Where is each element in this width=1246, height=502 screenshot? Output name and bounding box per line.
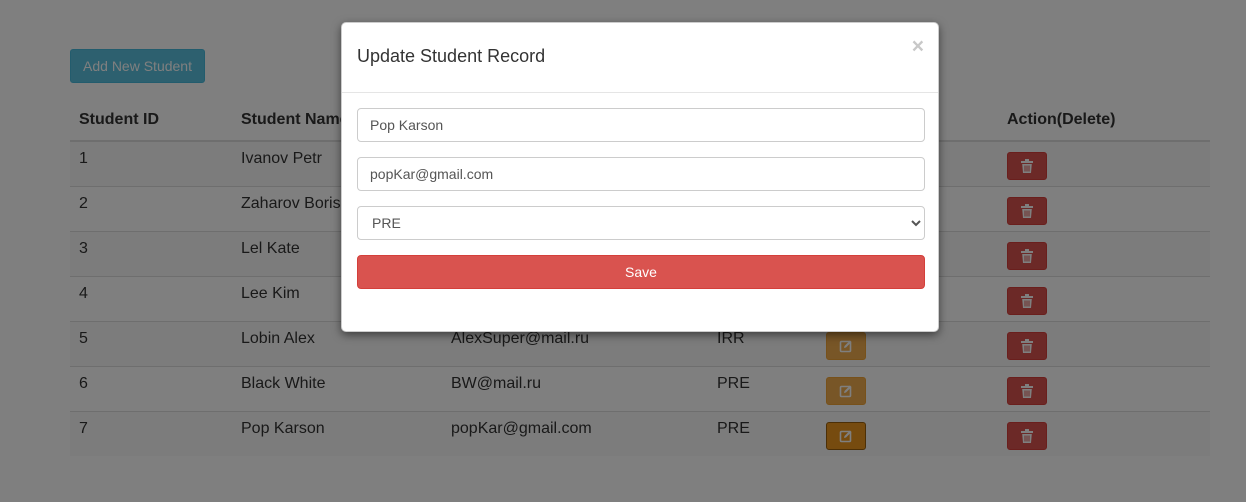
student-group-select[interactable]: PRE — [357, 206, 925, 240]
update-student-modal: Update Student Record × PRE Save — [341, 22, 939, 332]
modal-title: Update Student Record — [357, 46, 546, 66]
save-button[interactable]: Save — [357, 255, 925, 289]
student-name-field[interactable] — [357, 108, 925, 142]
modal-header: Update Student Record × — [342, 23, 938, 93]
close-button[interactable]: × — [912, 35, 924, 59]
student-email-field[interactable] — [357, 157, 925, 191]
student-page: Add New Student Student ID Student Name … — [0, 0, 1246, 502]
